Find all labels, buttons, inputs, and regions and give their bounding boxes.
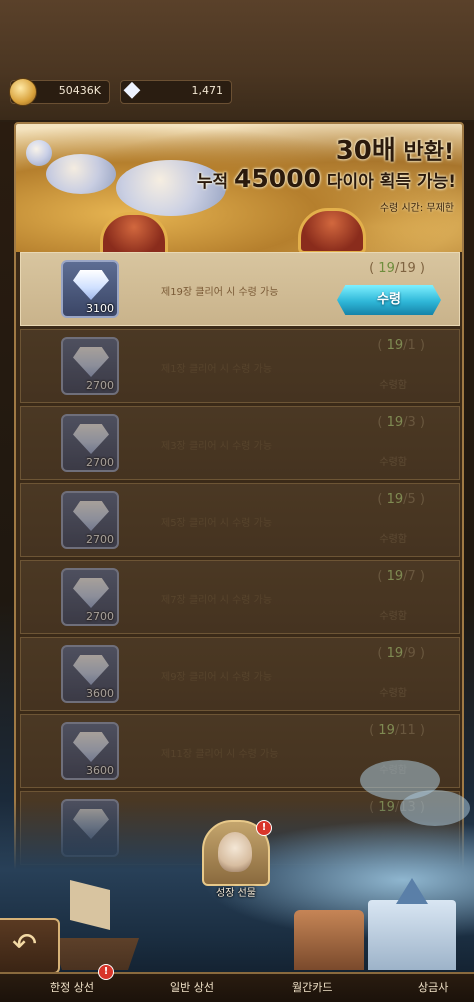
cloud	[400, 790, 470, 826]
diamond-icon	[73, 655, 109, 685]
reward-condition: 제5장 클리어 시 수령 가능	[161, 518, 273, 529]
progress-target: 1	[407, 338, 416, 353]
diamond-reward-icon: 2700	[61, 568, 119, 626]
reward-condition: 제1장 클리어 시 수령 가능	[161, 364, 273, 375]
reward-quantity: 2700	[86, 379, 114, 392]
reward-condition: 제7장 클리어 시 수령 가능	[161, 595, 273, 606]
diamond-reward-icon: 2700	[61, 491, 119, 549]
reward-quantity: 2700	[86, 610, 114, 623]
sparkle-icon	[26, 140, 52, 166]
reward-progress: ( 19/7 )	[377, 569, 425, 584]
progress-current: 19	[386, 492, 404, 507]
diamond-reward-icon: 3100	[61, 260, 119, 318]
character-portrait	[218, 832, 252, 872]
town-building	[294, 910, 364, 970]
claimed-status: 수령함	[379, 534, 407, 545]
diamond-pile-icon	[46, 154, 116, 194]
reward-condition: 제11장 클리어 시 수령 가능	[161, 749, 279, 760]
gift-alert-badge: !	[256, 820, 272, 836]
reward-row: 2700 제5장 클리어 시 수령 가능 ( 19/5 ) 수령함	[20, 483, 460, 557]
diamond-counter: ◆ 1,471	[120, 77, 232, 104]
banner-total-text: 누적 45000 다이아 획득 가능!	[196, 164, 456, 193]
diamond-reward-icon: 3600	[61, 645, 119, 703]
crown-icon	[298, 208, 366, 254]
claimed-status: 수령함	[379, 457, 407, 468]
nav-limited-ship[interactable]: 한정 상선	[50, 979, 94, 995]
reward-row: 3600 제9장 클리어 시 수령 가능 ( 19/9 ) 수령함	[20, 637, 460, 711]
reward-row: 3100 제19장 클리어 시 수령 가능 ( 19/19 ) 수령	[20, 252, 460, 326]
diamond-icon	[73, 424, 109, 454]
reward-row: 2700 제1장 클리어 시 수령 가능 ( 19/1 ) 수령함	[20, 329, 460, 403]
diamond-reward-icon: 2700	[61, 414, 119, 472]
diamond-icon	[73, 270, 109, 300]
growth-gift-label: 성장 선물	[216, 888, 256, 899]
gold-counter: 50436K	[9, 78, 110, 106]
diamond-icon	[73, 732, 109, 762]
reward-condition: 제9장 클리어 시 수령 가능	[161, 672, 273, 683]
reward-condition: 제19장 클리어 시 수령 가능	[161, 287, 279, 298]
progress-current: 19	[386, 338, 404, 353]
diamond-value: 1,471	[191, 84, 224, 97]
reward-quantity: 2700	[86, 533, 114, 546]
progress-target: 19	[399, 261, 416, 276]
event-banner: 30배 반환! 누적 45000 다이아 획득 가능! 수령 시간: 무제한	[16, 124, 462, 258]
reward-row: 2700 제3장 클리어 시 수령 가능 ( 19/3 ) 수령함	[20, 406, 460, 480]
diamond-icon	[73, 578, 109, 608]
reward-quantity: 3600	[86, 687, 114, 700]
gold-coin-icon	[9, 78, 37, 106]
reward-quantity: 3100	[86, 302, 114, 315]
diamond-icon: ◆	[123, 77, 141, 102]
claimed-status: 수령함	[379, 380, 407, 391]
progress-target: 5	[407, 492, 416, 507]
diamond-icon	[73, 501, 109, 531]
progress-current: 19	[386, 646, 404, 661]
claim-button[interactable]: 수령	[337, 285, 441, 315]
reward-progress: ( 19/19 )	[369, 261, 425, 276]
banner-claim-time: 수령 시간: 무제한	[379, 203, 454, 214]
progress-target: 3	[407, 415, 416, 430]
progress-target: 7	[407, 569, 416, 584]
diamond-reward-icon: 3600	[61, 722, 119, 780]
diamond-icon	[73, 347, 109, 377]
nav-bounty[interactable]: 상금사	[418, 979, 448, 995]
reward-progress: ( 19/3 )	[377, 415, 425, 430]
castle-building	[368, 900, 456, 970]
progress-target: 11	[399, 723, 416, 738]
reward-progress: ( 19/9 )	[377, 646, 425, 661]
progress-current: 19	[386, 569, 404, 584]
progress-target: 9	[407, 646, 416, 661]
reward-progress: ( 19/5 )	[377, 492, 425, 507]
reward-condition: 제3장 클리어 시 수령 가능	[161, 441, 273, 452]
nav-monthly-card[interactable]: 월간카드	[292, 979, 332, 995]
back-arrow-icon: ↶	[12, 927, 38, 962]
back-button[interactable]: ↶	[0, 918, 60, 974]
reward-progress: ( 19/11 )	[369, 723, 425, 738]
progress-current: 19	[386, 415, 404, 430]
progress-current: 19	[378, 723, 395, 738]
nav-general-ship[interactable]: 일반 상선	[170, 979, 214, 995]
bottom-nav: 한정 상선 ! 일반 상선 월간카드 상금사	[0, 964, 474, 1002]
gold-value: 50436K	[58, 84, 101, 97]
reward-progress: ( 19/1 )	[377, 338, 425, 353]
diamond-reward-icon: 2700	[61, 337, 119, 395]
reward-row: 2700 제7장 클리어 시 수령 가능 ( 19/7 ) 수령함	[20, 560, 460, 634]
claimed-status: 수령함	[379, 611, 407, 622]
claimed-status: 수령함	[379, 688, 407, 699]
reward-quantity: 2700	[86, 456, 114, 469]
reward-quantity: 3600	[86, 764, 114, 777]
banner-return-text: 30배 반환!	[335, 136, 454, 166]
progress-current: 19	[378, 261, 395, 276]
nav-alert-badge: !	[98, 964, 114, 980]
